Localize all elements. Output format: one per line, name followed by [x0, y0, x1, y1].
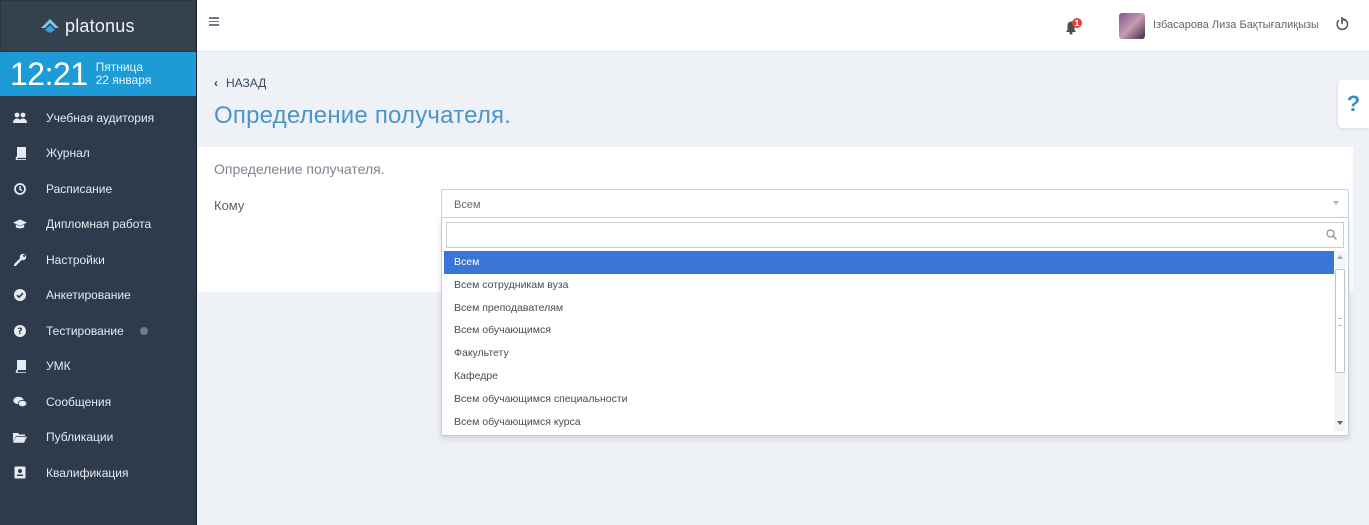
- scroll-thumb[interactable]: [1335, 269, 1345, 373]
- sidebar-item-label: Квалификация: [46, 465, 129, 480]
- sidebar-item-thesis[interactable]: Дипломная работа: [0, 207, 196, 243]
- sidebar-item-label: Настройки: [46, 252, 105, 267]
- sidebar-item-publications[interactable]: Публикации: [0, 420, 196, 456]
- clock-date: Пятница 22 января: [96, 61, 152, 87]
- recipient-select[interactable]: Всем: [441, 189, 1349, 218]
- back-link[interactable]: ‹ НАЗАД: [214, 76, 266, 90]
- sidebar-item-label: Публикации: [46, 430, 114, 445]
- dropdown-option[interactable]: Всем сотрудникам вуза: [444, 274, 1336, 297]
- sidebar: platonus 12:21 Пятница 22 января Учебная…: [0, 0, 197, 525]
- logo-text: platonus: [65, 15, 135, 36]
- id-card-icon: [13, 466, 27, 480]
- dropdown-option[interactable]: Всем: [444, 251, 1336, 274]
- expand-arrow-icon: [139, 326, 148, 335]
- avatar[interactable]: [1119, 13, 1145, 39]
- sidebar-item-label: Дипломная работа: [46, 217, 152, 232]
- recipient-dropdown: Всем Всем сотрудникам вуза Всем преподав…: [441, 218, 1349, 436]
- dropdown-option[interactable]: Всем обучающимся курса: [444, 411, 1336, 434]
- sidebar-item-settings[interactable]: Настройки: [0, 242, 196, 278]
- menu-toggle-icon[interactable]: [209, 17, 219, 27]
- folder-open-icon: [13, 430, 27, 444]
- clock-icon: [13, 182, 27, 196]
- notification-count: 1: [1074, 19, 1080, 28]
- dropdown-search: [446, 222, 1344, 248]
- sidebar-item-label: Анкетирование: [46, 288, 131, 303]
- users-icon: [13, 111, 27, 125]
- wrench-icon: [13, 253, 27, 267]
- book-icon: [13, 146, 27, 160]
- power-icon[interactable]: [1335, 16, 1349, 32]
- scroll-down-icon[interactable]: [1337, 421, 1343, 425]
- graduation-cap-icon: [13, 217, 27, 231]
- sidebar-item-messages[interactable]: Сообщения: [0, 384, 196, 420]
- select-value: Всем: [454, 199, 481, 211]
- scroll-up-icon[interactable]: [1337, 255, 1343, 259]
- sidebar-item-label: Журнал: [46, 146, 90, 161]
- caret-down-icon: [1333, 201, 1339, 205]
- sidebar-item-qualification[interactable]: Квалификация: [0, 455, 196, 491]
- question-circle-icon: ?: [13, 324, 27, 338]
- sidebar-nav: Учебная аудитория Журнал Расписание Дипл…: [0, 96, 196, 491]
- dropdown-option[interactable]: Всем обучающимся: [444, 319, 1336, 342]
- dropdown-search-input[interactable]: [447, 223, 1343, 247]
- top-bar: 1 Ізбасарова Лиза Бақтығалиқызы: [197, 0, 1369, 52]
- clock-time: 12:21: [10, 56, 88, 92]
- dropdown-option[interactable]: Всем обучающимся специальности: [444, 388, 1336, 411]
- sidebar-item-testing[interactable]: ? Тестирование: [0, 313, 196, 349]
- dropdown-options: Всем Всем сотрудникам вуза Всем преподав…: [444, 251, 1336, 433]
- sidebar-item-label: Расписание: [46, 181, 113, 196]
- clock-widget: 12:21 Пятница 22 января: [0, 52, 196, 96]
- svg-text:?: ?: [17, 327, 22, 337]
- bell-icon: 1: [1066, 18, 1082, 35]
- sidebar-item-label: Тестирование: [46, 323, 124, 338]
- notifications-bell[interactable]: 1: [1064, 17, 1084, 35]
- sidebar-item-label: УМК: [46, 359, 71, 374]
- sidebar-item-classroom[interactable]: Учебная аудитория: [0, 100, 196, 136]
- dropdown-option[interactable]: Факультету: [444, 342, 1336, 365]
- recipient-label: Кому: [214, 198, 245, 213]
- check-circle-icon: [13, 288, 27, 302]
- sidebar-item-schedule[interactable]: Расписание: [0, 171, 196, 207]
- chevron-left-icon: ‹: [214, 76, 218, 90]
- logo[interactable]: platonus: [0, 0, 196, 52]
- dropdown-option[interactable]: Всем преподавателям: [444, 297, 1336, 320]
- help-button[interactable]: ?: [1338, 80, 1369, 128]
- sidebar-item-umk[interactable]: УМК: [0, 349, 196, 385]
- user-name[interactable]: Ізбасарова Лиза Бақтығалиқызы: [1153, 19, 1319, 31]
- sidebar-item-journal[interactable]: Журнал: [0, 136, 196, 172]
- book-icon: [13, 359, 27, 373]
- page-title: Определение получателя.: [214, 102, 512, 129]
- dropdown-option[interactable]: Кафедре: [444, 365, 1336, 388]
- dropdown-scrollbar[interactable]: [1334, 251, 1346, 431]
- clock-day: 22 января: [95, 73, 152, 87]
- panel-title: Определение получателя.: [214, 161, 385, 177]
- sidebar-item-label: Сообщения: [46, 394, 112, 409]
- search-icon: [1326, 229, 1337, 240]
- sidebar-item-survey[interactable]: Анкетирование: [0, 278, 196, 314]
- back-label: НАЗАД: [226, 76, 267, 90]
- comments-icon: [13, 395, 27, 409]
- platonus-logo-icon: [41, 19, 59, 33]
- sidebar-item-label: Учебная аудитория: [46, 110, 155, 125]
